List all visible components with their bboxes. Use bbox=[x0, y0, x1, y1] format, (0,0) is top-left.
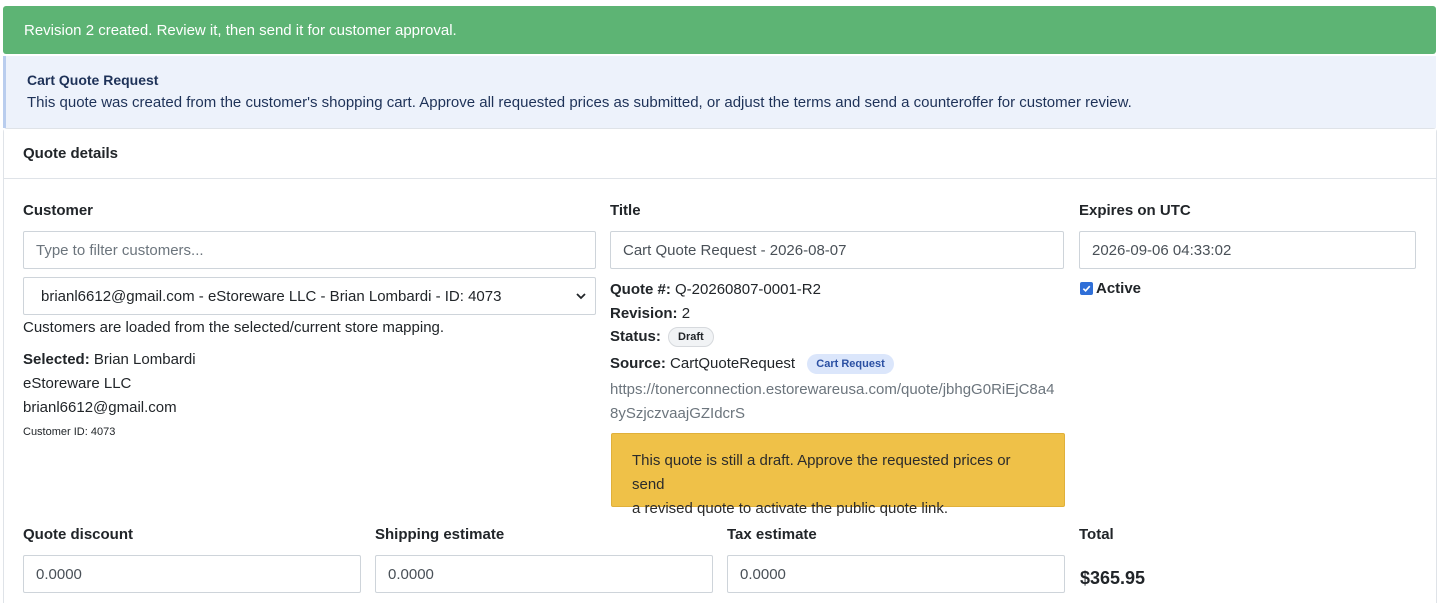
revision-label: Revision: bbox=[610, 305, 678, 322]
customer-select-value: brianl6612@gmail.com - eStoreware LLC - … bbox=[41, 287, 502, 305]
customer-label: Customer bbox=[23, 202, 94, 219]
title-label: Title bbox=[610, 202, 641, 219]
info-panel: Cart Quote Request This quote was create… bbox=[3, 56, 1436, 128]
expires-input[interactable] bbox=[1079, 231, 1416, 269]
quote-details-card: Quote details Customer brianl6612@gmail.… bbox=[3, 128, 1437, 603]
discount-input[interactable] bbox=[23, 555, 361, 593]
quote-number: Quote #: Q-20260807-0001-R2 bbox=[610, 281, 821, 298]
revision-value: 2 bbox=[681, 305, 691, 322]
shipping-label: Shipping estimate bbox=[375, 526, 505, 543]
customer-id: Customer ID: 4073 bbox=[23, 426, 116, 438]
draft-warning-line1: This quote is still a draft. Approve the… bbox=[632, 452, 1011, 493]
tax-input[interactable] bbox=[727, 555, 1065, 593]
success-alert: Revision 2 created. Review it, then send… bbox=[3, 6, 1436, 54]
customer-select[interactable]: brianl6612@gmail.com - eStoreware LLC - … bbox=[23, 277, 596, 315]
quote-number-value: Q-20260807-0001-R2 bbox=[675, 281, 821, 298]
customer-selected: Selected: Brian Lombardi bbox=[23, 351, 196, 368]
info-text: This quote was created from the customer… bbox=[27, 94, 1132, 111]
source: Source: CartQuoteRequest Cart Request bbox=[610, 354, 894, 374]
card-header: Quote details bbox=[4, 129, 1436, 179]
total-value: $365.95 bbox=[1080, 568, 1146, 588]
revision: Revision: 2 bbox=[610, 305, 690, 322]
shipping-input[interactable] bbox=[375, 555, 713, 593]
title-input[interactable] bbox=[610, 231, 1064, 269]
active-label[interactable]: Active bbox=[1096, 280, 1141, 297]
source-value: CartQuoteRequest bbox=[670, 354, 796, 372]
selected-name: Brian Lombardi bbox=[93, 351, 196, 368]
chevron-down-icon bbox=[576, 293, 586, 300]
source-badge: Cart Request bbox=[807, 354, 894, 374]
status-badge: Draft bbox=[668, 327, 714, 347]
checkmark-icon bbox=[1082, 285, 1091, 293]
success-alert-text: Revision 2 created. Review it, then send… bbox=[24, 21, 457, 39]
source-label: Source: bbox=[610, 354, 666, 372]
tax-label: Tax estimate bbox=[727, 526, 817, 543]
info-title: Cart Quote Request bbox=[27, 72, 159, 88]
customer-filter-input[interactable] bbox=[23, 231, 596, 269]
selected-label: Selected: bbox=[23, 351, 90, 368]
quote-number-label: Quote #: bbox=[610, 281, 671, 298]
discount-label: Quote discount bbox=[23, 526, 133, 543]
total-label: Total bbox=[1079, 526, 1114, 543]
status: Status: Draft bbox=[610, 327, 714, 347]
customer-company: eStoreware LLC bbox=[23, 375, 132, 392]
status-label: Status: bbox=[610, 327, 661, 345]
draft-warning: This quote is still a draft. Approve the… bbox=[611, 433, 1065, 517]
active-checkbox[interactable] bbox=[1080, 282, 1093, 295]
customer-email: brianl6612@gmail.com bbox=[23, 399, 177, 416]
customer-help-text: Customers are loaded from the selected/c… bbox=[23, 319, 445, 336]
public-quote-link-line2[interactable]: 8ySzjczvaajGZIdcrS bbox=[610, 405, 745, 422]
draft-warning-line2: a revised quote to activate the public q… bbox=[632, 500, 949, 517]
expires-label: Expires on UTC bbox=[1079, 202, 1191, 219]
public-quote-link-line1[interactable]: https://tonerconnection.estorewareusa.co… bbox=[610, 381, 1054, 398]
